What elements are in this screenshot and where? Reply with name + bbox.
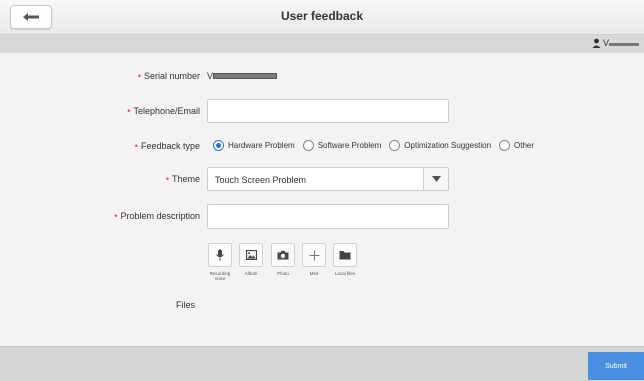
attach-label: Photo xyxy=(277,271,289,276)
top-bar: User feedback xyxy=(0,0,644,35)
required-mark: • xyxy=(127,106,131,116)
required-mark: • xyxy=(165,174,169,184)
radio-selected-icon xyxy=(213,140,224,151)
attach-button[interactable] xyxy=(208,243,232,267)
bottom-bar xyxy=(0,346,644,381)
image-icon xyxy=(245,250,257,260)
radio-unselected-icon xyxy=(302,140,314,151)
radio-software-problem[interactable]: Software Problem xyxy=(302,140,381,151)
camera-icon xyxy=(277,250,289,260)
attach-button[interactable] xyxy=(271,243,295,267)
attach-button[interactable] xyxy=(333,243,357,267)
required-mark: • xyxy=(134,141,138,151)
contact-input[interactable] xyxy=(207,99,449,123)
attach-label: Local files xyxy=(334,271,355,276)
serial-number-redacted xyxy=(213,73,277,79)
plus-icon xyxy=(309,250,319,260)
user-id-redacted xyxy=(609,43,639,46)
attach-mint[interactable]: Mint xyxy=(299,243,329,276)
attach-album[interactable]: Album xyxy=(236,243,266,276)
required-mark: • xyxy=(114,211,118,221)
feedback-type-label: • Feedback type xyxy=(134,141,200,151)
microphone-icon xyxy=(216,249,224,261)
attach-button[interactable] xyxy=(239,243,263,267)
attach-photo[interactable]: Photo xyxy=(268,243,298,276)
radio-other[interactable]: Other xyxy=(499,140,534,151)
problem-description-label: • Problem description xyxy=(114,211,200,221)
theme-label: • Theme xyxy=(165,174,200,184)
user-icon xyxy=(592,38,601,48)
radio-unselected-icon xyxy=(499,140,511,151)
attach-recording-voice[interactable]: Recording Voice xyxy=(205,243,235,281)
radio-hardware-problem[interactable]: Hardware Problem xyxy=(213,140,295,151)
attach-button[interactable] xyxy=(302,243,326,267)
serial-number-label: • Serial number xyxy=(137,71,200,81)
dropdown-arrow-icon xyxy=(431,176,441,182)
theme-select-value: Touch Screen Problem xyxy=(215,175,307,185)
radio-unselected-icon xyxy=(389,140,401,151)
folder-icon xyxy=(339,251,351,260)
page-title: User feedback xyxy=(280,9,364,23)
contact-label: • Telephone/Email xyxy=(127,106,200,116)
problem-description-input[interactable] xyxy=(207,204,449,229)
attach-label: Recording Voice xyxy=(209,271,231,281)
attach-label: Album xyxy=(244,271,258,276)
required-mark: • xyxy=(137,71,141,81)
theme-dropdown-button[interactable] xyxy=(423,168,448,190)
user-bar: V xyxy=(0,35,644,53)
attach-label: Mint xyxy=(309,271,319,276)
theme-select[interactable]: Touch Screen Problem xyxy=(207,167,449,191)
files-label: Files xyxy=(176,300,196,310)
submit-button[interactable]: Submit xyxy=(588,352,644,380)
attach-local-files[interactable]: Local files xyxy=(330,243,360,276)
feedback-type-radio-group: Hardware Problem Software Problem Optimi… xyxy=(213,140,542,151)
radio-optimization-suggestion[interactable]: Optimization Suggestion xyxy=(389,140,491,151)
